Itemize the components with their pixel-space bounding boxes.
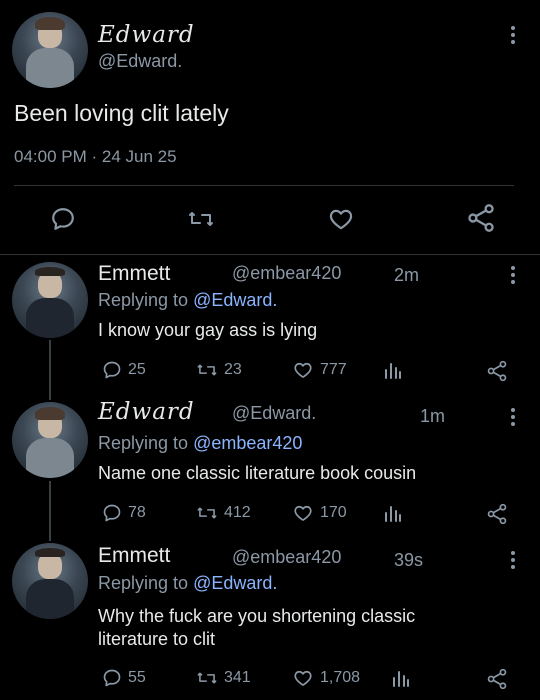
reply-text: Name one classic literature book cousin <box>98 463 417 483</box>
views-icon[interactable] <box>384 361 402 379</box>
tweet-timestamp: 04:00 PM · 24 Jun 25 <box>14 147 177 167</box>
more-icon[interactable] <box>510 26 516 47</box>
retweet-button[interactable]: 412 <box>196 503 251 523</box>
tweet-time: 04:00 PM <box>14 147 87 166</box>
comment-icon[interactable] <box>50 206 76 232</box>
like-button[interactable]: 777 <box>292 360 347 380</box>
reply-author-name[interactable]: Emmett <box>98 544 170 568</box>
avatar-hair <box>34 406 66 421</box>
reply-age: 1m <box>420 406 446 426</box>
avatar-body <box>25 579 75 619</box>
replying-to-handle[interactable]: @Edward. <box>193 290 277 310</box>
like-count: 170 <box>320 504 347 521</box>
author-name[interactable]: Edward <box>98 22 195 48</box>
retweet-icon[interactable] <box>187 206 215 232</box>
heart-icon[interactable] <box>327 206 355 232</box>
retweet-button[interactable]: 341 <box>196 668 251 688</box>
retweet-count: 412 <box>224 504 251 521</box>
comment-count: 25 <box>128 361 146 378</box>
comment-icon <box>103 361 121 379</box>
comment-count: 55 <box>128 669 146 686</box>
more-icon[interactable] <box>510 408 516 429</box>
heart-icon <box>294 670 312 686</box>
avatar-body <box>25 438 75 478</box>
like-button[interactable]: 1,708 <box>292 668 360 688</box>
replying-to-handle[interactable]: @Edward. <box>193 573 277 593</box>
share-icon[interactable] <box>486 503 508 525</box>
avatar-body <box>25 48 75 88</box>
replying-to: Replying to @embear420 <box>98 433 302 454</box>
avatar-body <box>25 298 75 338</box>
reply-text: I know your gay ass is lying <box>98 320 318 340</box>
reply-text-line-2: literature to clit <box>98 629 216 649</box>
avatar-emmett[interactable] <box>12 262 88 338</box>
more-icon[interactable] <box>510 266 516 287</box>
retweet-button[interactable]: 23 <box>196 360 242 380</box>
author-handle[interactable]: @Edward. <box>98 51 182 72</box>
retweet-icon <box>197 364 217 376</box>
thread-line <box>49 481 51 541</box>
comment-count: 78 <box>128 504 146 521</box>
divider <box>0 254 540 255</box>
reply-author-handle[interactable]: @embear420 <box>232 547 341 568</box>
replying-to-label: Replying to <box>98 290 189 310</box>
avatar-edward[interactable] <box>12 12 88 88</box>
share-icon[interactable] <box>467 203 495 233</box>
comment-button[interactable]: 55 <box>102 668 146 688</box>
tweet-text: Been loving clit lately <box>14 100 229 126</box>
retweet-icon <box>197 507 217 519</box>
reply-text-line-1: Why the fuck are you shortening classic <box>98 606 416 626</box>
like-button[interactable]: 170 <box>292 503 347 523</box>
like-count: 777 <box>320 361 347 378</box>
timestamp-separator: · <box>91 147 98 166</box>
retweet-count: 23 <box>224 361 242 378</box>
retweet-icon <box>197 672 217 684</box>
avatar-hair <box>34 266 66 276</box>
replying-to: Replying to @Edward. <box>98 573 277 594</box>
thread-line <box>49 340 51 400</box>
comment-button[interactable]: 78 <box>102 503 146 523</box>
comment-icon <box>103 504 121 522</box>
avatar-edward[interactable] <box>12 402 88 478</box>
reply-author-handle[interactable]: @embear420 <box>232 263 341 284</box>
reply-author-name[interactable]: Emmett <box>98 262 170 286</box>
heart-icon <box>294 505 312 521</box>
retweet-count: 341 <box>224 669 251 686</box>
reply-author-handle[interactable]: @Edward. <box>232 403 316 424</box>
views-icon[interactable] <box>384 504 402 522</box>
divider <box>14 185 514 186</box>
avatar-emmett[interactable] <box>12 543 88 619</box>
reply-author-name[interactable]: Edward <box>98 399 195 425</box>
tweet-date: 24 Jun 25 <box>101 147 177 166</box>
reply-age: 2m <box>394 265 420 285</box>
avatar-hair <box>34 547 66 557</box>
replying-to-handle[interactable]: @embear420 <box>193 433 302 453</box>
replying-to-label: Replying to <box>98 433 189 453</box>
comment-button[interactable]: 25 <box>102 360 146 380</box>
avatar-hair <box>34 16 66 31</box>
replying-to: Replying to @Edward. <box>98 290 277 311</box>
views-icon[interactable] <box>392 669 410 687</box>
comment-icon <box>103 669 121 687</box>
more-icon[interactable] <box>510 551 516 572</box>
like-count: 1,708 <box>320 669 361 686</box>
share-icon[interactable] <box>486 668 508 690</box>
reply-age: 39s <box>394 550 424 570</box>
replying-to-label: Replying to <box>98 573 189 593</box>
share-icon[interactable] <box>486 360 508 382</box>
heart-icon <box>294 362 312 378</box>
